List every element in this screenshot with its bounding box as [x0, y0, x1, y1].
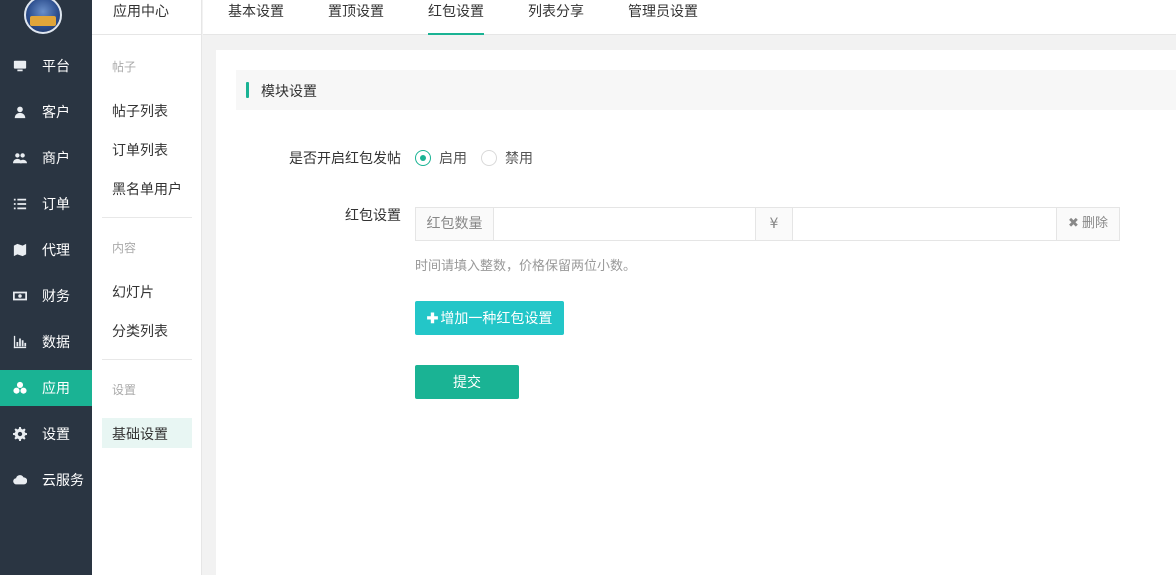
submenu-link-blacklist[interactable]: 黑名单用户: [112, 179, 182, 199]
nav-label: 应用: [42, 381, 70, 397]
map-icon: [11, 243, 29, 257]
delete-label: 删除: [1081, 216, 1108, 231]
close-icon: ✖: [1068, 216, 1079, 231]
nav-item-order[interactable]: 订单: [0, 186, 92, 222]
bar-chart-icon: [11, 335, 29, 349]
submenu-link-order-list[interactable]: 订单列表: [112, 140, 168, 160]
submenu-title: 应用中心: [92, 0, 202, 35]
section-header: 模块设置: [236, 70, 1176, 110]
plus-icon: ✚: [426, 309, 439, 326]
nav-item-data[interactable]: 数据: [0, 324, 92, 360]
submenu-link-slides[interactable]: 幻灯片: [112, 282, 154, 302]
price-input[interactable]: [792, 208, 1056, 240]
submenu-group-settings: 设置: [112, 383, 137, 397]
count-addon: 红包数量: [416, 208, 493, 240]
input-hint: 时间请填入整数，价格保留两位小数。: [415, 259, 637, 274]
delete-button[interactable]: ✖ 删除: [1056, 208, 1119, 240]
nav-item-settings[interactable]: 设置: [0, 416, 92, 452]
nav-label: 财务: [42, 289, 70, 305]
nav-label: 代理: [42, 243, 70, 259]
nav-label: 设置: [42, 427, 70, 443]
red-packet-settings-label: 红包设置: [345, 208, 401, 224]
radio-dot-icon: [481, 150, 497, 166]
count-input[interactable]: [493, 208, 756, 240]
currency-addon: ¥: [756, 208, 792, 240]
radio-disable-label: 禁用: [505, 151, 533, 167]
nav-label: 云服务: [42, 473, 84, 489]
monitor-icon: [11, 59, 29, 73]
tab-red-packet-settings[interactable]: 红包设置: [428, 0, 484, 35]
radio-enable-label: 启用: [439, 151, 467, 167]
app-center-submenu: 应用中心 帖子 帖子列表 订单列表 黑名单用户 内容 幻灯片 分类列表 设置 基…: [92, 0, 202, 575]
nav-item-agent[interactable]: 代理: [0, 232, 92, 268]
content-panel: 模块设置 是否开启红包发帖 启用 禁用 红包设置 红包数量 ¥ ✖ 删除 时间请填…: [216, 50, 1176, 575]
list-icon: [11, 197, 29, 211]
nav-label: 订单: [42, 197, 70, 213]
tab-basic-settings[interactable]: 基本设置: [228, 0, 284, 35]
add-red-packet-button[interactable]: ✚ 增加一种红包设置: [415, 301, 564, 335]
users-icon: [11, 151, 29, 165]
section-accent-bar: [246, 82, 249, 98]
tab-list-share[interactable]: 列表分享: [528, 0, 584, 35]
money-icon: [11, 289, 29, 303]
submenu-divider: [102, 359, 192, 360]
app-logo[interactable]: [24, 0, 62, 34]
section-title: 模块设置: [261, 84, 317, 100]
nav-item-cloud[interactable]: 云服务: [0, 462, 92, 498]
submenu-link-basic-settings[interactable]: 基础设置: [112, 424, 168, 444]
red-packet-row: 红包数量 ¥ ✖ 删除: [415, 207, 1120, 241]
user-icon: [11, 105, 29, 119]
submenu-group-content: 内容: [112, 241, 137, 255]
radio-enable[interactable]: 启用: [415, 148, 467, 168]
submenu-divider: [102, 217, 192, 218]
nav-item-customer[interactable]: 客户: [0, 94, 92, 130]
submit-button[interactable]: 提交: [415, 365, 519, 399]
enable-red-packet-label: 是否开启红包发帖: [289, 151, 401, 167]
add-button-label: 增加一种红包设置: [440, 310, 553, 326]
cubes-icon: [11, 381, 29, 395]
gear-icon: [11, 427, 29, 441]
nav-label: 商户: [42, 151, 70, 167]
submenu-link-post-list[interactable]: 帖子列表: [112, 101, 168, 121]
submenu-link-categories[interactable]: 分类列表: [112, 321, 168, 341]
submenu-group-posts: 帖子: [112, 60, 137, 74]
main-sidebar: 平台 客户 商户 订单 代理 财务 数据 应用 设置 云服务: [0, 0, 92, 575]
settings-tabs: 基本设置 置顶设置 红包设置 列表分享 管理员设置: [203, 0, 1176, 35]
nav-item-finance[interactable]: 财务: [0, 278, 92, 314]
nav-label: 客户: [42, 105, 70, 121]
nav-label: 平台: [42, 59, 70, 75]
radio-disable[interactable]: 禁用: [481, 148, 533, 168]
cloud-icon: [11, 473, 29, 487]
tab-pin-settings[interactable]: 置顶设置: [328, 0, 384, 35]
nav-item-merchant[interactable]: 商户: [0, 140, 92, 176]
nav-item-apps[interactable]: 应用: [0, 370, 92, 406]
radio-dot-icon: [415, 150, 431, 166]
nav-item-platform[interactable]: 平台: [0, 48, 92, 84]
nav-label: 数据: [42, 335, 70, 351]
tab-admin-settings[interactable]: 管理员设置: [628, 0, 698, 35]
